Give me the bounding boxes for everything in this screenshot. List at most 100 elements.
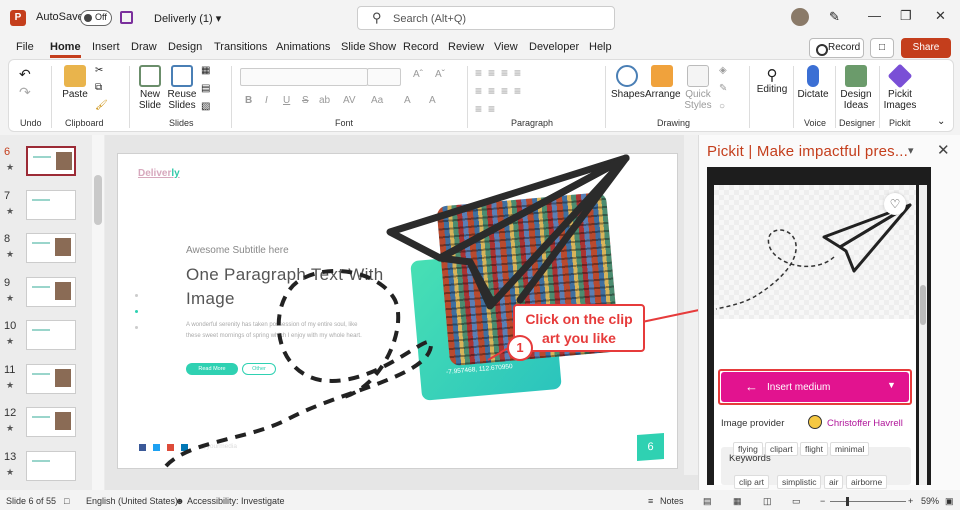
arrange-button[interactable]: Arrange bbox=[645, 65, 681, 100]
spellcheck-icon[interactable]: □ bbox=[64, 496, 69, 506]
tab-insert[interactable]: Insert bbox=[92, 41, 120, 53]
keyword-tag[interactable]: clip art bbox=[734, 475, 770, 489]
keyword-tag[interactable]: flying bbox=[733, 442, 763, 456]
reset-icon[interactable]: ▤ bbox=[201, 83, 210, 94]
normal-view-icon[interactable]: ▤ bbox=[703, 496, 712, 507]
search-box[interactable]: ⚲ Search (Alt+Q) bbox=[357, 6, 615, 30]
pane-options-icon[interactable]: ▾ bbox=[908, 144, 914, 157]
slide-thumbnail[interactable] bbox=[26, 146, 76, 176]
zoom-slider[interactable] bbox=[830, 501, 906, 502]
tab-help[interactable]: Help bbox=[589, 41, 612, 53]
restore-button[interactable]: ❐ bbox=[900, 8, 912, 24]
zoom-slider-handle[interactable] bbox=[846, 497, 849, 506]
thumbnail-scrollbar[interactable] bbox=[92, 135, 104, 490]
pickit-clip-art-preview[interactable]: ♡ bbox=[714, 185, 916, 319]
tab-record[interactable]: Record bbox=[403, 41, 438, 53]
record-button[interactable]: Record bbox=[809, 38, 864, 58]
highlight-button[interactable]: A bbox=[404, 95, 411, 106]
tab-developer[interactable]: Developer bbox=[529, 41, 579, 53]
notes-button[interactable]: Notes bbox=[660, 496, 684, 506]
grow-font-icon[interactable]: Aˆ bbox=[413, 69, 423, 80]
tab-draw[interactable]: Draw bbox=[131, 41, 157, 53]
save-icon[interactable] bbox=[120, 11, 133, 24]
comments-button[interactable]: □ bbox=[870, 38, 894, 58]
bullets-icon[interactable]: ≡≡≡≡ bbox=[475, 66, 527, 80]
autosave-toggle[interactable]: Off bbox=[80, 10, 112, 26]
paste-button[interactable]: Paste bbox=[61, 65, 89, 100]
pen-icon[interactable]: ✎ bbox=[829, 9, 840, 25]
editing-button[interactable]: ⚲ Editing bbox=[755, 66, 789, 95]
shape-outline-icon[interactable]: ✎ bbox=[719, 83, 727, 94]
quick-styles-button[interactable]: Quick Styles bbox=[683, 65, 713, 111]
document-title[interactable]: Deliverly (1) ▾ bbox=[154, 12, 221, 25]
keyword-tag[interactable]: airborne bbox=[846, 475, 888, 489]
accessibility-status[interactable]: Accessibility: Investigate bbox=[187, 496, 285, 506]
copy-icon[interactable]: ⧉ bbox=[95, 82, 102, 93]
shadow-button[interactable]: ab bbox=[319, 95, 330, 106]
pickit-images-button[interactable]: Pickit Images bbox=[883, 63, 917, 111]
tab-animations[interactable]: Animations bbox=[276, 41, 330, 53]
keyword-tag[interactable]: flight bbox=[800, 442, 828, 456]
collapse-ribbon-icon[interactable]: ⌄ bbox=[937, 116, 945, 127]
align-icon[interactable]: ≡≡≡≡ bbox=[475, 84, 527, 98]
scroll-thumb[interactable] bbox=[94, 175, 102, 225]
reuse-slides-button[interactable]: Reuse Slides bbox=[167, 65, 197, 111]
undo-icon[interactable]: ↶ bbox=[19, 66, 31, 83]
language-status[interactable]: English (United States) bbox=[86, 496, 178, 506]
font-color-button[interactable]: A bbox=[429, 95, 436, 106]
favorite-heart-icon[interactable]: ♡ bbox=[884, 193, 906, 215]
keyword-tag[interactable]: air bbox=[824, 475, 844, 489]
zoom-in-icon[interactable]: + bbox=[908, 496, 913, 506]
shape-fill-icon[interactable]: ◈ bbox=[719, 65, 727, 76]
tab-slide-show[interactable]: Slide Show bbox=[341, 41, 396, 53]
shrink-font-icon[interactable]: Aˇ bbox=[435, 69, 445, 80]
char-spacing-button[interactable]: AV bbox=[343, 95, 356, 106]
tab-view[interactable]: View bbox=[494, 41, 518, 53]
pickit-scroll-thumb[interactable] bbox=[920, 285, 926, 325]
slide-thumbnail[interactable] bbox=[26, 407, 76, 437]
tab-file[interactable]: File bbox=[16, 41, 34, 53]
cut-icon[interactable]: ✂ bbox=[95, 65, 103, 76]
provider-name-link[interactable]: Christoffer Havrell bbox=[827, 418, 903, 429]
insert-medium-button[interactable]: ← Insert medium ▼ bbox=[721, 372, 909, 402]
font-size-field[interactable] bbox=[367, 68, 401, 86]
keyword-tag[interactable]: minimal bbox=[830, 442, 870, 456]
columns-icon[interactable]: ≡≡ bbox=[475, 102, 501, 116]
strikethrough-button[interactable]: S bbox=[302, 95, 309, 106]
format-painter-icon[interactable]: 🖌 bbox=[95, 100, 108, 111]
shape-effects-icon[interactable]: ○ bbox=[719, 101, 725, 112]
italic-button[interactable]: I bbox=[265, 95, 268, 106]
reading-view-icon[interactable]: ◫ bbox=[763, 496, 772, 507]
pane-close-icon[interactable]: ✕ bbox=[937, 141, 950, 159]
share-button[interactable]: Share bbox=[901, 38, 951, 58]
dictate-button[interactable]: Dictate bbox=[797, 65, 829, 100]
keyword-tag[interactable]: clipart bbox=[765, 442, 798, 456]
slide-thumbnail[interactable] bbox=[26, 276, 76, 307]
design-ideas-button[interactable]: Design Ideas bbox=[839, 65, 873, 111]
underline-button[interactable]: U bbox=[283, 95, 290, 106]
slide-thumbnail[interactable] bbox=[26, 363, 76, 394]
change-case-button[interactable]: Aa bbox=[371, 95, 383, 106]
tab-design[interactable]: Design bbox=[168, 41, 202, 53]
insert-size-dropdown-icon[interactable]: ▼ bbox=[887, 380, 896, 390]
bold-button[interactable]: B bbox=[245, 95, 252, 106]
minimize-button[interactable]: — bbox=[868, 8, 881, 23]
tab-review[interactable]: Review bbox=[448, 41, 484, 53]
slide-thumbnail[interactable] bbox=[26, 233, 76, 263]
zoom-level[interactable]: 59% bbox=[921, 496, 939, 506]
slide-thumbnail[interactable] bbox=[26, 450, 76, 481]
section-icon[interactable]: ▧ bbox=[201, 101, 210, 112]
font-name-field[interactable] bbox=[240, 68, 368, 86]
slide-thumbnail[interactable] bbox=[26, 189, 76, 220]
fit-slide-icon[interactable]: ▣ bbox=[945, 496, 954, 507]
new-slide-button[interactable]: New Slide bbox=[135, 65, 165, 111]
zoom-out-icon[interactable]: − bbox=[820, 496, 825, 506]
slide-sorter-icon[interactable]: ▦ bbox=[733, 496, 742, 507]
keyword-tag[interactable]: simplistic bbox=[777, 475, 822, 489]
user-avatar[interactable] bbox=[791, 8, 809, 26]
slide-thumbnail[interactable] bbox=[26, 320, 76, 350]
shapes-button[interactable]: Shapes bbox=[611, 65, 645, 100]
slideshow-icon[interactable]: ▭ bbox=[792, 496, 801, 507]
pickit-scrollbar[interactable] bbox=[919, 185, 927, 485]
redo-icon[interactable]: ↷ bbox=[19, 84, 31, 101]
